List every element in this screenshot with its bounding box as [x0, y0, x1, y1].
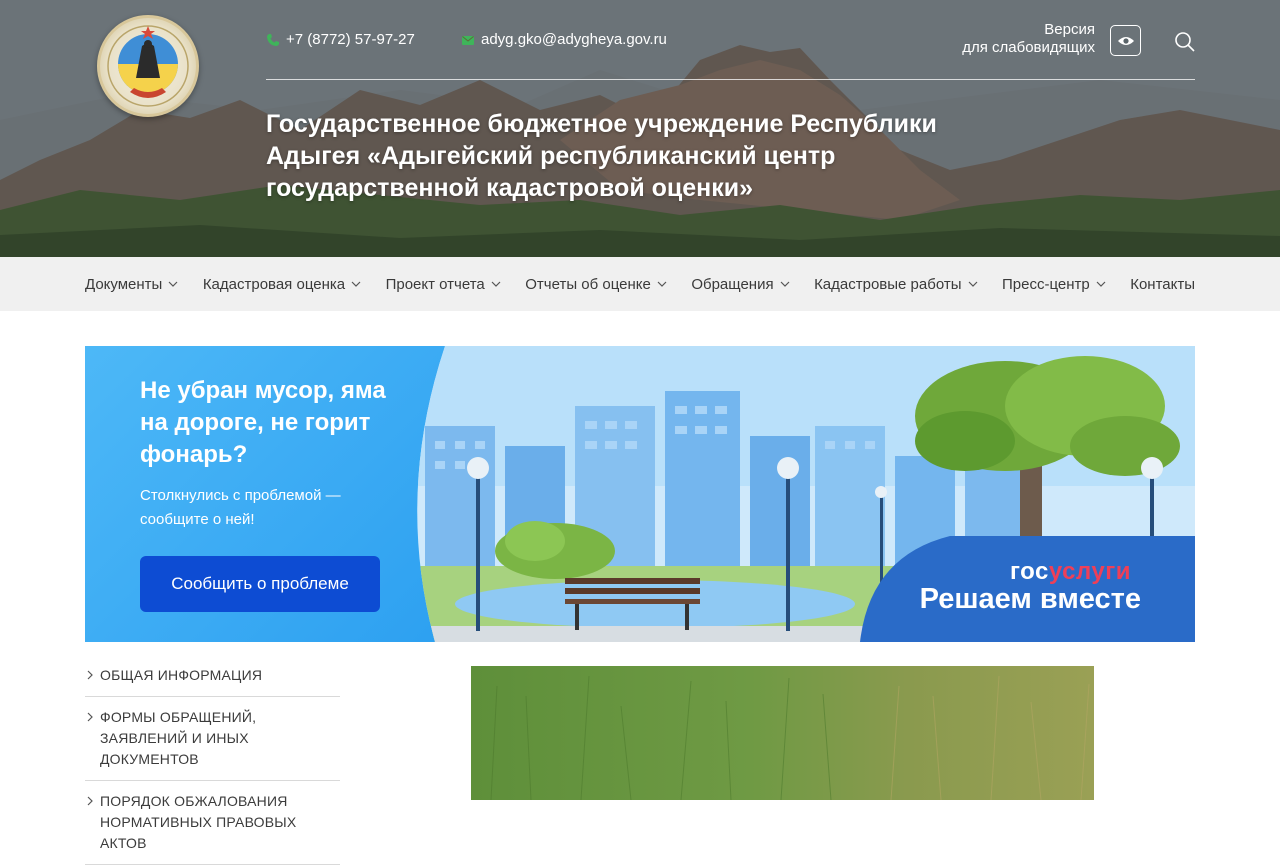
gosuslugi-logo-part1: гос — [1010, 558, 1049, 585]
nav-item-label: Пресс-центр — [1001, 275, 1090, 293]
chevron-right-icon — [87, 670, 93, 680]
nav-item-cadastral-valuation[interactable]: Кадастровая оценка — [203, 276, 361, 293]
site-header: +7 (8772) 57-97-27 adyg.gko@adygheya.gov… — [0, 0, 1280, 257]
sidebar-item-appeal-procedure[interactable]: Порядок обжалования нормативных правовых… — [85, 781, 340, 865]
chevron-down-icon — [780, 281, 790, 287]
banner-subtext: Столкнулись с проблемой — сообщите о ней… — [140, 487, 341, 528]
banner-slogan: Решаем вместе — [919, 583, 1141, 615]
emblem-icon — [107, 25, 189, 107]
nav-item-label: Кадастровая оценка — [202, 275, 346, 293]
nav-item-draft-report[interactable]: Проект отчета — [386, 276, 501, 293]
chevron-down-icon — [168, 281, 178, 287]
nav-list: Документы Кадастровая оценка Проект отче… — [85, 257, 1195, 311]
phone-number[interactable]: +7 (8772) 57-97-27 — [286, 31, 415, 48]
mail-icon — [462, 35, 474, 45]
nav-item-label: Отчеты об оценке — [525, 275, 651, 293]
grass-image — [471, 666, 1094, 800]
sidebar-item-forms[interactable]: Формы обращений, заявлений и иных докуме… — [85, 697, 340, 781]
main-navigation: Документы Кадастровая оценка Проект отче… — [0, 257, 1280, 311]
visually-impaired-label[interactable]: Версия для слабовидящих — [940, 21, 1095, 57]
nav-item-label: Кадастровые работы — [814, 275, 962, 293]
nav-item-documents[interactable]: Документы — [85, 276, 178, 293]
nav-item-cadastral-works[interactable]: Кадастровые работы — [814, 276, 977, 293]
chevron-down-icon — [1096, 281, 1106, 287]
chevron-right-icon — [87, 712, 93, 722]
sidebar-item-label: Общая информация — [100, 667, 263, 683]
chevron-down-icon — [968, 281, 977, 287]
gosuslugi-banner[interactable]: Не убран мусор, яма на дороге, не горит … — [85, 346, 1195, 642]
sidebar-menu: Общая информация Формы обращений, заявле… — [85, 655, 340, 865]
gosuslugi-logo: госуслуги — [1010, 558, 1131, 586]
nav-item-appeals[interactable]: Обращения — [691, 275, 790, 293]
nav-item-press-center[interactable]: Пресс-центр — [1002, 276, 1106, 293]
email-address[interactable]: adyg.gko@adygheya.gov.ru — [481, 31, 667, 48]
visually-impaired-button[interactable] — [1110, 25, 1141, 56]
search-button[interactable] — [1172, 29, 1198, 55]
nav-item-label: Документы — [85, 275, 163, 293]
nav-item-label: Контакты — [1130, 275, 1195, 293]
organization-title[interactable]: Государственное бюджетное учреждение Рес… — [266, 108, 966, 204]
header-phone[interactable]: +7 (8772) 57-97-27 — [266, 31, 415, 48]
header-email[interactable]: adyg.gko@adygheya.gov.ru — [461, 31, 667, 48]
chevron-down-icon — [491, 281, 501, 287]
nav-item-label: Обращения — [691, 275, 774, 293]
report-problem-button[interactable]: Сообщить о проблеме — [140, 556, 380, 612]
sidebar-item-label: Порядок обжалования нормативных правовых… — [100, 793, 297, 851]
nav-item-valuation-reports[interactable]: Отчеты об оценке — [525, 276, 667, 293]
chevron-down-icon — [657, 281, 667, 287]
eye-icon — [1117, 36, 1134, 45]
sidebar-item-general-info[interactable]: Общая информация — [85, 655, 340, 697]
header-divider — [266, 79, 1195, 80]
vi-label-line2: для слабовидящих — [962, 39, 1095, 56]
grass-photo — [471, 666, 1094, 800]
nav-item-contacts[interactable]: Контакты — [1130, 276, 1195, 293]
phone-icon — [267, 33, 279, 46]
gosuslugi-logo-part2: услуги — [1048, 558, 1131, 585]
chevron-right-icon — [87, 796, 93, 806]
chevron-down-icon — [351, 281, 361, 287]
sidebar-item-label: Формы обращений, заявлений и иных докуме… — [100, 709, 257, 767]
vi-label-line1: Версия — [1044, 21, 1095, 38]
coat-of-arms-logo[interactable] — [97, 15, 199, 117]
banner-headline: Не убран мусор, яма на дороге, не горит … — [140, 377, 386, 468]
nav-item-label: Проект отчета — [385, 275, 485, 293]
search-icon — [1175, 32, 1195, 52]
